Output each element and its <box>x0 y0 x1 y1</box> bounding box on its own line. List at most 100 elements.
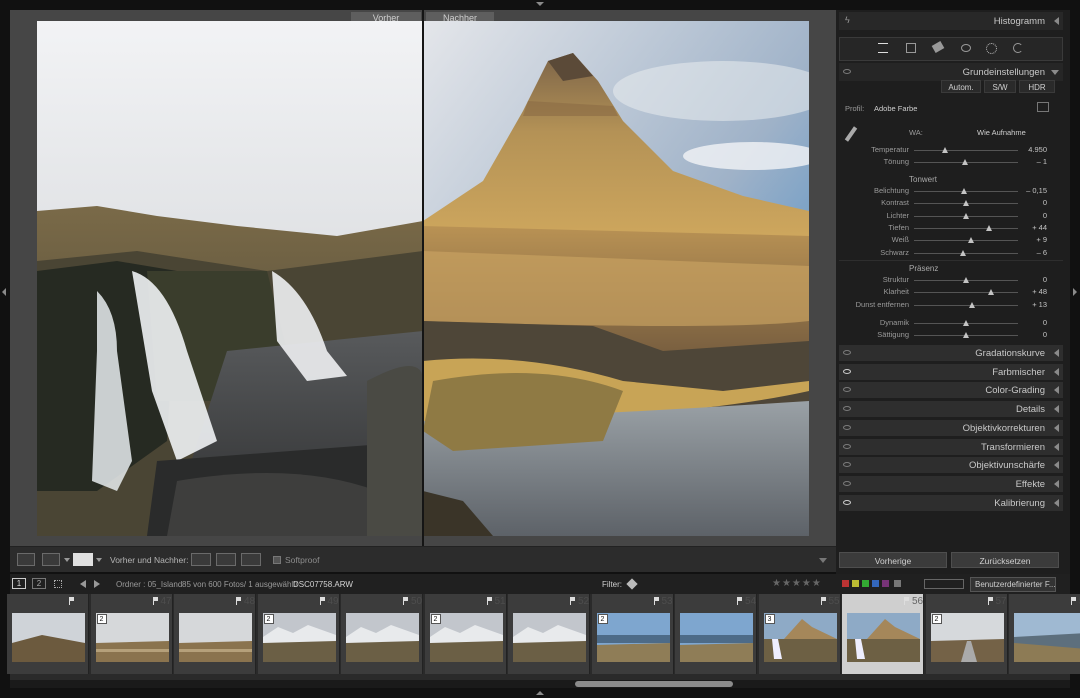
section-objektivunschärfe[interactable]: Objektivunschärfe <box>839 457 1063 474</box>
bottom-panel-toggle-icon[interactable] <box>536 691 544 695</box>
slider-value[interactable]: + 13 <box>1032 300 1047 309</box>
filmstrip-scrollbar[interactable] <box>10 680 1070 688</box>
bw-button[interactable]: S/W <box>984 80 1016 93</box>
crop-icon[interactable] <box>906 43 916 53</box>
slider-tiefen[interactable]: Tiefen + 44 <box>839 222 1063 234</box>
hdr-button[interactable]: HDR <box>1019 80 1055 93</box>
slider-knob[interactable] <box>963 212 969 219</box>
auto-button[interactable]: Autom. <box>941 80 981 93</box>
color-filter-purple[interactable] <box>882 580 889 587</box>
slider-struktur[interactable]: Struktur 0 <box>839 274 1063 286</box>
flag-icon[interactable] <box>1071 597 1076 605</box>
section-visibility-icon[interactable] <box>843 406 851 412</box>
flag-icon[interactable] <box>236 597 241 605</box>
section-visibility-icon[interactable] <box>843 424 851 430</box>
filmstrip-thumbnail[interactable]: 48 <box>174 594 256 674</box>
swap-before-after-button[interactable] <box>241 553 261 566</box>
slider-value[interactable]: + 44 <box>1032 223 1047 232</box>
section-expand-icon[interactable] <box>1054 367 1059 376</box>
slider-track[interactable] <box>914 252 1018 254</box>
wb-picker-icon[interactable] <box>844 126 858 142</box>
slider-value[interactable]: 0 <box>1043 318 1047 327</box>
page-2-button[interactable]: 2 <box>32 578 46 589</box>
page-1-button[interactable]: 1 <box>12 578 26 589</box>
wb-dropdown[interactable]: Wie Aufnahme <box>977 128 1026 137</box>
toolbar-menu-icon[interactable] <box>819 558 827 563</box>
slider-value[interactable]: 0 <box>1043 211 1047 220</box>
slider-knob[interactable] <box>963 332 969 339</box>
slider-schwarz[interactable]: Schwarz – 6 <box>839 247 1063 259</box>
section-gradationskurve[interactable]: Gradationskurve <box>839 345 1063 361</box>
section-visibility-icon[interactable] <box>843 387 851 393</box>
flag-icon[interactable] <box>653 597 659 605</box>
slider-knob[interactable] <box>969 301 976 308</box>
flag-icon[interactable] <box>820 597 826 605</box>
mode-dropdown-icon[interactable] <box>96 558 102 562</box>
section-visibility-icon[interactable] <box>843 499 851 505</box>
slider-dynamik[interactable]: Dynamik 0 <box>839 317 1063 329</box>
stack-count-badge[interactable]: 2 <box>263 614 274 624</box>
filmstrip-thumbnail[interactable]: 55 3 <box>758 594 841 674</box>
slider-value[interactable]: – 1 <box>1037 157 1047 166</box>
current-file-name[interactable]: DSC07758.ARW <box>293 580 353 589</box>
flag-icon[interactable] <box>987 597 993 605</box>
section-details[interactable]: Details <box>839 401 1063 418</box>
slider-knob[interactable] <box>963 277 969 283</box>
loupe-view-button[interactable] <box>17 553 35 566</box>
before-after-divider[interactable] <box>422 10 424 546</box>
filmstrip-thumbnail[interactable]: 50 <box>341 594 423 674</box>
slider-sättigung[interactable]: Sättigung 0 <box>839 329 1063 341</box>
presets-icon[interactable] <box>1013 43 1023 53</box>
stack-count-badge[interactable]: 2 <box>430 614 441 624</box>
left-panel-toggle-icon[interactable] <box>2 288 6 296</box>
slider-value[interactable]: 4.950 <box>1028 145 1047 154</box>
section-visibility-icon[interactable] <box>843 480 851 486</box>
slider-value[interactable]: 0 <box>1043 275 1047 284</box>
top-panel-toggle-icon[interactable] <box>536 2 544 6</box>
basic-visibility-icon[interactable] <box>843 69 851 74</box>
healing-icon[interactable] <box>931 41 945 53</box>
filmstrip-thumbnail[interactable]: 49 2 <box>257 594 340 674</box>
slider-knob[interactable] <box>963 200 969 207</box>
grid-view-icon[interactable] <box>54 580 62 588</box>
flag-filter-icon[interactable] <box>626 578 638 590</box>
stack-count-badge[interactable]: 3 <box>764 614 775 624</box>
section-objektivkorrekturen[interactable]: Objektivkorrekturen <box>839 419 1063 436</box>
redeye-icon[interactable] <box>961 44 971 52</box>
histogram-header[interactable]: ϟ Histogramm <box>839 12 1063 30</box>
flag-icon[interactable] <box>319 597 325 605</box>
slider-knob[interactable] <box>942 147 949 153</box>
slider-knob[interactable] <box>968 237 975 244</box>
flag-icon[interactable] <box>152 597 158 605</box>
flag-icon[interactable] <box>570 597 575 605</box>
back-arrow-icon[interactable] <box>80 580 86 588</box>
slider-value[interactable]: + 48 <box>1032 287 1047 296</box>
color-filter-blue[interactable] <box>872 580 879 587</box>
forward-arrow-icon[interactable] <box>94 580 100 588</box>
previous-button[interactable]: Vorherige <box>839 552 947 568</box>
section-expand-icon[interactable] <box>1054 442 1059 451</box>
filmstrip-thumbnail[interactable]: 57 2 <box>925 594 1008 674</box>
slider-value[interactable]: – 0,15 <box>1026 186 1047 195</box>
section-visibility-icon[interactable] <box>843 368 851 374</box>
slider-klarheit[interactable]: Klarheit + 48 <box>839 286 1063 298</box>
color-filter-yellow[interactable] <box>852 580 859 587</box>
flag-icon[interactable] <box>486 597 492 605</box>
slider-temperatur[interactable]: Temperatur 4.950 <box>839 144 1063 156</box>
masking-icon[interactable] <box>986 43 997 54</box>
rating-filter-stars[interactable]: ★★★★★ <box>772 578 822 589</box>
before-after-mode-button[interactable] <box>73 553 93 566</box>
flag-icon[interactable] <box>403 597 408 605</box>
stack-count-badge[interactable]: 2 <box>96 614 107 624</box>
basic-collapse-icon[interactable] <box>1051 70 1059 75</box>
stack-count-badge[interactable]: 2 <box>597 614 608 624</box>
section-expand-icon[interactable] <box>1054 349 1059 357</box>
section-color-grading[interactable]: Color-Grading <box>839 382 1063 399</box>
slider-belichtung[interactable]: Belichtung – 0,15 <box>839 185 1063 197</box>
color-filter-gray[interactable] <box>894 580 901 587</box>
section-expand-icon[interactable] <box>1054 461 1059 470</box>
slider-value[interactable]: 0 <box>1043 330 1047 339</box>
filmstrip-thumbnail[interactable]: 58 <box>1009 594 1080 674</box>
slider-knob[interactable] <box>959 249 966 256</box>
flag-icon[interactable] <box>737 597 742 605</box>
